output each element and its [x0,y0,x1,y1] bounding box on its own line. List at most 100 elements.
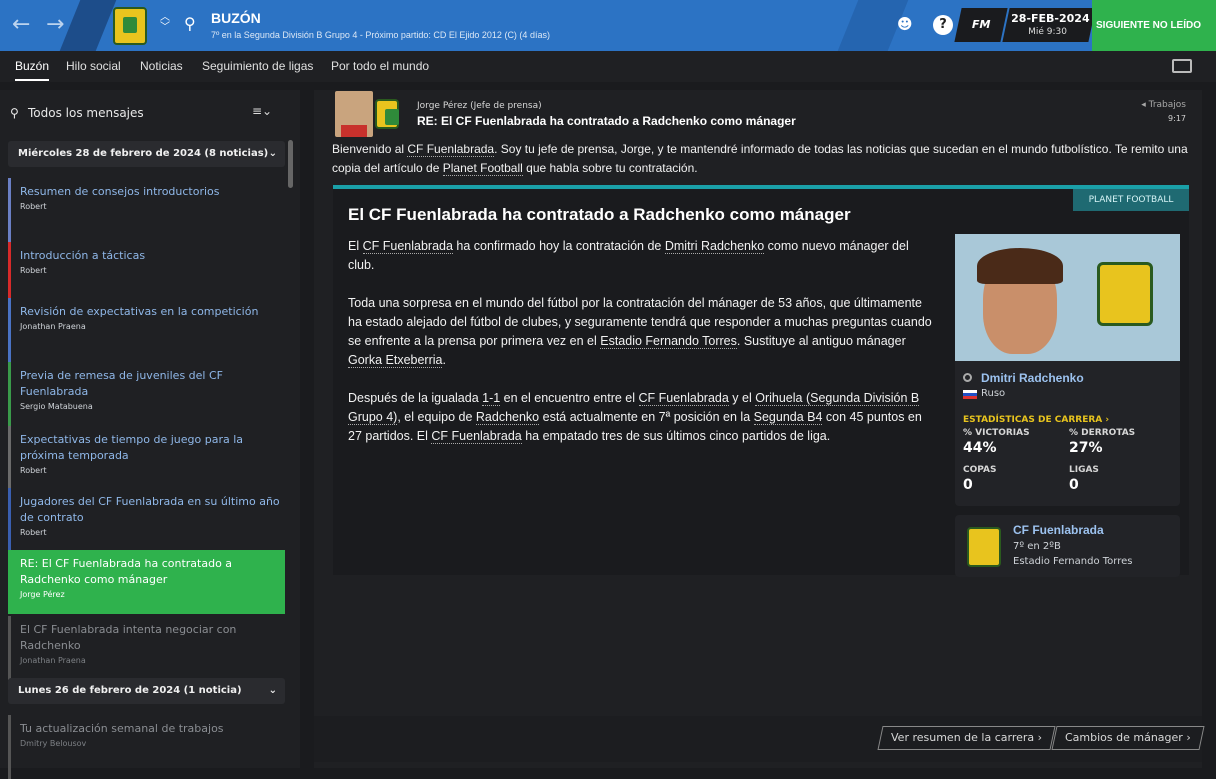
club-link[interactable]: CF Fuenlabrada [362,239,453,254]
tab-inbox[interactable]: Buzón [15,59,50,81]
league-link[interactable]: Segunda B4 [753,410,823,425]
win-value: 44% [963,440,997,456]
list-item-selected[interactable]: RE: El CF Fuenlabrada ha contratado a Ra… [8,550,285,614]
text: ha empatado tres de sus últimos cinco pa… [521,429,831,443]
next-unread-button[interactable]: SIGUIENTE NO LEÍDO› [1092,0,1216,51]
career-summary-label: Ver resumen de la carrera › [891,731,1043,744]
manager-card: Dmitri Radchenko Ruso ESTADÍSTICAS DE CA… [955,361,1180,506]
club-card: CF Fuenlabrada 7º en 2ºB Estadio Fernand… [955,515,1180,577]
help-icon[interactable]: ? [933,15,953,35]
list-item[interactable]: Resumen de consejos introductorios Rober… [8,178,285,242]
message-filter-label: Todos los mensajes [28,106,144,120]
list-item[interactable]: Expectativas de tiempo de juego para la … [8,426,285,490]
message-tag[interactable]: ◂ Trabajos 9:17 [1141,100,1186,123]
stadium-link[interactable]: Estadio Fernando Torres [600,334,737,349]
list-item[interactable]: Tu actualización semanal de trabajos Dmi… [8,715,285,779]
category-bar [8,488,11,552]
tab-news[interactable]: Noticias [140,59,183,73]
search-icon[interactable]: ⚲ [184,14,196,33]
forward-arrow-icon[interactable]: → [46,13,64,37]
item-subject: Previa de remesa de juveniles del CF Fue… [20,369,223,398]
text: , el equipo de [397,410,476,424]
category-bar [8,178,11,242]
social-icon[interactable]: ☻ [897,15,913,33]
body-text: Bienvenido al [332,142,408,156]
item-sender: Robert [20,202,47,211]
article-paragraph: Toda una sorpresa en el mundo del fútbol… [348,294,938,370]
footer-bar: Ver resumen de la carrera › Cambios de m… [314,716,1205,762]
monitor-icon[interactable] [1172,59,1192,73]
career-summary-button[interactable]: Ver resumen de la carrera › [877,726,1056,750]
cups-value: 0 [963,477,973,493]
article-paragraph: El CF Fuenlabrada ha confirmado hoy la c… [348,237,938,275]
article-source: PLANET FOOTBALL [1073,189,1189,211]
text: y el [728,391,756,405]
chevron-down-icon: ⌄ [268,148,277,159]
match-link[interactable]: 1-1 [482,391,501,406]
manager-name[interactable]: Dmitri Radchenko [981,371,1084,385]
manager-link[interactable]: Radchenko [475,410,540,425]
item-sender: Dmitry Belousov [20,739,87,748]
category-bar [8,550,11,614]
next-unread-label: SIGUIENTE NO LEÍDO [1096,20,1202,31]
current-date: 28-FEB-2024 [1011,12,1090,25]
russia-flag-icon [963,390,977,399]
loss-value: 27% [1069,440,1103,456]
text: . [442,353,446,367]
club-position: 7º en 2ºB [1013,541,1061,552]
club-switch-icon[interactable]: ︿ ﹀ [160,13,170,33]
list-item[interactable]: Introducción a tácticas Robert [8,242,285,306]
manager-link[interactable]: Gorka Etxeberria [348,353,443,368]
article-text: El CF Fuenlabrada ha confirmado hoy la c… [348,237,938,465]
club-link[interactable]: CF Fuenlabrada [407,142,495,157]
message-body: Bienvenido al CF Fuenlabrada. Soy tu jef… [332,140,1192,178]
category-bar [8,298,11,362]
manager-photo[interactable] [955,234,1180,361]
text: . Sustituye al antiguo mánager [736,334,906,348]
list-item[interactable]: El CF Fuenlabrada intenta negociar con R… [8,616,285,680]
career-stats-link[interactable]: ESTADÍSTICAS DE CARRERA › [963,415,1109,425]
club-stadium: Estadio Fernando Torres [1013,556,1133,567]
leagues-label: LIGAS [1069,465,1099,475]
message-subject: RE: El CF Fuenlabrada ha contratado a Ra… [417,114,796,128]
message-view: Jorge Pérez (Jefe de prensa) RE: El CF F… [314,90,1205,768]
tab-social[interactable]: Hilo social [66,59,121,73]
item-sender: Sergio Matabuena [20,402,93,411]
club-name[interactable]: CF Fuenlabrada [1013,523,1104,537]
tab-around-world[interactable]: Por todo el mundo [331,59,429,73]
item-subject: Introducción a tácticas [20,249,146,262]
item-subject: El CF Fuenlabrada intenta negociar con R… [20,623,237,652]
loss-label: % DERROTAS [1069,428,1136,438]
fm-menu-button[interactable]: FM [954,8,1008,42]
date-box[interactable]: 28-FEB-2024 Mié 9:30 [1002,8,1096,42]
person-icon [963,373,972,382]
manager-link[interactable]: Dmitri Radchenko [664,239,765,254]
group-header[interactable]: Lunes 26 de febrero de 2024 (1 noticia) ⌄ [8,678,285,704]
filter-menu-icon[interactable]: ≡⌄ [252,104,272,118]
page-subtitle: 7º en la Segunda División B Grupo 4 - Pr… [211,30,550,40]
sender-avatar[interactable] [335,91,373,137]
item-sender: Jonathan Praena [20,656,86,665]
list-item[interactable]: Previa de remesa de juveniles del CF Fue… [8,362,285,426]
group-header[interactable]: Miércoles 28 de febrero de 2024 (8 notic… [8,141,285,167]
club-crest-icon[interactable] [113,7,147,45]
back-arrow-icon[interactable]: ← [12,13,30,37]
message-filter[interactable]: ⚲ Todos los mensajes [10,100,240,126]
tab-bar: Buzón Hilo social Noticias Seguimiento d… [0,51,1216,82]
manager-changes-button[interactable]: Cambios de mánager › [1051,726,1205,750]
category-bar [8,715,11,779]
chevron-down-icon: ⌄ [268,685,277,696]
text: El [348,239,363,253]
search-icon: ⚲ [10,106,19,120]
tag-icon: ◂ [1141,100,1146,110]
text: está actualmente en 7ª posición en la [539,410,754,424]
scrollbar[interactable] [288,140,293,188]
club-link[interactable]: CF Fuenlabrada [431,429,522,444]
category-bar [8,616,11,680]
item-sender: Robert [20,528,47,537]
tab-league-tracking[interactable]: Seguimiento de ligas [202,59,313,73]
list-item[interactable]: Revisión de expectativas en la competici… [8,298,285,362]
club-link[interactable]: CF Fuenlabrada [638,391,729,406]
list-item[interactable]: Jugadores del CF Fuenlabrada en su últim… [8,488,285,552]
source-link[interactable]: Planet Football [442,161,523,176]
